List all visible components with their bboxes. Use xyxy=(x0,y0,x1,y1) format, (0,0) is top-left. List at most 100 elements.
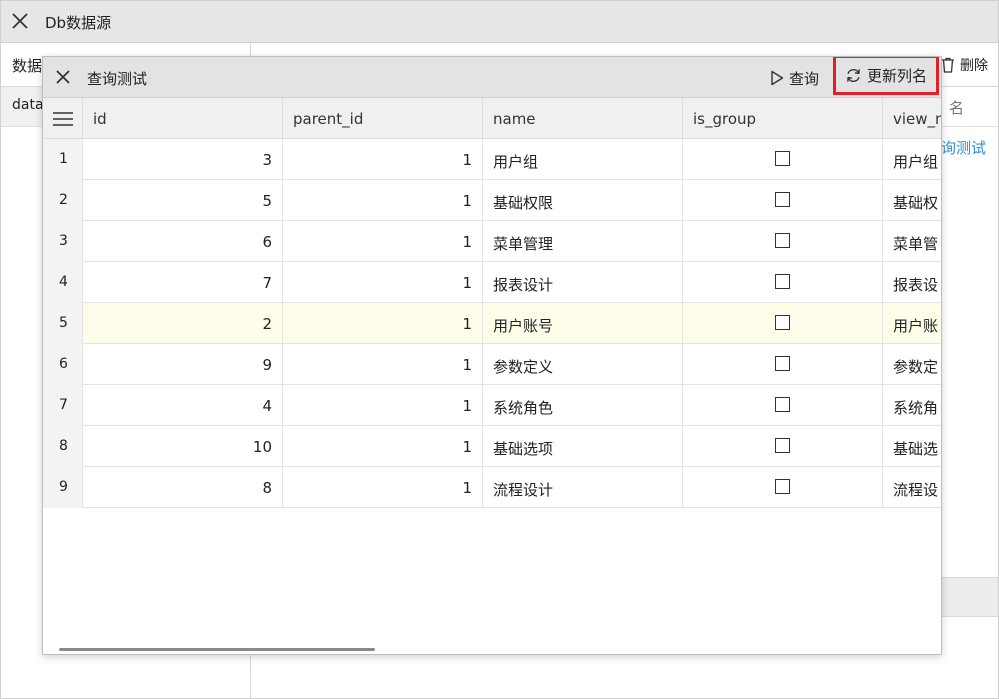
table-row[interactable]: 1 3 1 用户组 用户组 xyxy=(43,139,941,180)
cell-view-name[interactable]: 流程设 xyxy=(883,467,941,508)
cell-is-group[interactable] xyxy=(683,180,883,221)
cell-name[interactable]: 流程设计 xyxy=(483,467,683,508)
cell-value: 用户账号 xyxy=(493,317,554,335)
cell-is-group[interactable] xyxy=(683,139,883,180)
table-row[interactable]: 2 5 1 基础权限 基础权 xyxy=(43,180,941,221)
cell-parent-id[interactable]: 1 xyxy=(283,303,483,344)
cell-view-name[interactable]: 系统角 xyxy=(883,385,941,426)
cell-is-group[interactable] xyxy=(683,221,883,262)
column-header-label: parent_id xyxy=(293,110,364,128)
is-group-checkbox[interactable] xyxy=(775,438,790,453)
cell-name[interactable]: 用户组 xyxy=(483,139,683,180)
cell-id[interactable]: 7 xyxy=(83,262,283,303)
cell-name[interactable]: 报表设计 xyxy=(483,262,683,303)
cell-view-name[interactable]: 用户组 xyxy=(883,139,941,180)
query-test-link[interactable]: 询测试 xyxy=(941,137,986,158)
cell-view-name[interactable]: 参数定 xyxy=(883,344,941,385)
cell-parent-id[interactable]: 1 xyxy=(283,262,483,303)
row-number: 9 xyxy=(59,479,68,495)
cell-id[interactable]: 6 xyxy=(83,221,283,262)
row-number-cell: 5 xyxy=(43,303,83,344)
table-row[interactable]: 4 7 1 报表设计 报表设 xyxy=(43,262,941,303)
refresh-column-names-button[interactable]: 更新列名 xyxy=(833,57,939,95)
column-header-parent-id[interactable]: parent_id xyxy=(283,98,483,139)
cell-value: 1 xyxy=(462,479,472,497)
query-button[interactable]: 查询 xyxy=(770,67,819,89)
trash-icon xyxy=(942,57,954,73)
cell-id[interactable]: 8 xyxy=(83,467,283,508)
cell-view-name[interactable]: 报表设 xyxy=(883,262,941,303)
cell-is-group[interactable] xyxy=(683,344,883,385)
table-row[interactable]: 6 9 1 参数定义 参数定 xyxy=(43,344,941,385)
menu-icon[interactable] xyxy=(53,112,73,126)
cell-id[interactable]: 5 xyxy=(83,180,283,221)
cell-parent-id[interactable]: 1 xyxy=(283,180,483,221)
cell-id[interactable]: 10 xyxy=(83,426,283,467)
cell-value: 1 xyxy=(462,233,472,251)
cell-name[interactable]: 菜单管理 xyxy=(483,221,683,262)
cell-view-name[interactable]: 用户账 xyxy=(883,303,941,344)
delete-button[interactable]: 删除 xyxy=(940,53,988,77)
cell-is-group[interactable] xyxy=(683,262,883,303)
close-icon[interactable] xyxy=(10,11,30,31)
cell-parent-id[interactable]: 1 xyxy=(283,385,483,426)
cell-value: 基础权 xyxy=(893,194,939,212)
cell-value: 系统角色 xyxy=(493,399,554,417)
cell-name[interactable]: 基础选项 xyxy=(483,426,683,467)
cell-value: 1 xyxy=(462,274,472,292)
is-group-checkbox[interactable] xyxy=(775,315,790,330)
cell-view-name[interactable]: 菜单管 xyxy=(883,221,941,262)
horizontal-scrollbar[interactable] xyxy=(59,648,375,651)
row-number-cell: 7 xyxy=(43,385,83,426)
cell-parent-id[interactable]: 1 xyxy=(283,426,483,467)
refresh-label: 更新列名 xyxy=(866,66,927,85)
table-row[interactable]: 3 6 1 菜单管理 菜单管 xyxy=(43,221,941,262)
cell-name[interactable]: 基础权限 xyxy=(483,180,683,221)
is-group-checkbox[interactable] xyxy=(775,274,790,289)
cell-is-group[interactable] xyxy=(683,385,883,426)
cell-name[interactable]: 参数定义 xyxy=(483,344,683,385)
table-row[interactable]: 5 2 1 用户账号 用户账 xyxy=(43,303,941,344)
close-icon[interactable] xyxy=(54,68,72,86)
query-label: 查询 xyxy=(789,69,820,88)
cell-parent-id[interactable]: 1 xyxy=(283,139,483,180)
is-group-checkbox[interactable] xyxy=(775,356,790,371)
cell-view-name[interactable]: 基础权 xyxy=(883,180,941,221)
cell-value: 1 xyxy=(462,315,472,333)
column-header-name[interactable]: name xyxy=(483,98,683,139)
column-header-id[interactable]: id xyxy=(83,98,283,139)
row-number-cell: 2 xyxy=(43,180,83,221)
cell-id[interactable]: 4 xyxy=(83,385,283,426)
cell-is-group[interactable] xyxy=(683,467,883,508)
is-group-checkbox[interactable] xyxy=(775,397,790,412)
column-header-view-name[interactable]: view_n xyxy=(883,98,941,139)
is-group-checkbox[interactable] xyxy=(775,233,790,248)
is-group-checkbox[interactable] xyxy=(775,192,790,207)
cell-name[interactable]: 用户账号 xyxy=(483,303,683,344)
cell-id[interactable]: 3 xyxy=(83,139,283,180)
row-number-cell: 8 xyxy=(43,426,83,467)
table-row[interactable]: 9 8 1 流程设计 流程设 xyxy=(43,467,941,508)
cell-parent-id[interactable]: 1 xyxy=(283,344,483,385)
column-header-label: name xyxy=(493,110,536,128)
cell-name[interactable]: 系统角色 xyxy=(483,385,683,426)
row-number: 3 xyxy=(59,233,68,249)
cell-is-group[interactable] xyxy=(683,303,883,344)
column-menu-cell[interactable] xyxy=(43,98,83,139)
table-row[interactable]: 8 10 1 基础选项 基础选 xyxy=(43,426,941,467)
cell-view-name[interactable]: 基础选 xyxy=(883,426,941,467)
is-group-checkbox[interactable] xyxy=(775,479,790,494)
query-test-dialog: 查询测试 查询 更新列名 id parent_id name is_group … xyxy=(42,56,942,655)
cell-parent-id[interactable]: 1 xyxy=(283,467,483,508)
row-number: 4 xyxy=(59,274,68,290)
cell-parent-id[interactable]: 1 xyxy=(283,221,483,262)
cell-value: 2 xyxy=(262,315,272,333)
cell-value: 基础权限 xyxy=(493,194,554,212)
cell-value: 7 xyxy=(262,274,272,292)
cell-id[interactable]: 9 xyxy=(83,344,283,385)
column-header-is-group[interactable]: is_group xyxy=(683,98,883,139)
table-row[interactable]: 7 4 1 系统角色 系统角 xyxy=(43,385,941,426)
cell-id[interactable]: 2 xyxy=(83,303,283,344)
is-group-checkbox[interactable] xyxy=(775,151,790,166)
cell-is-group[interactable] xyxy=(683,426,883,467)
